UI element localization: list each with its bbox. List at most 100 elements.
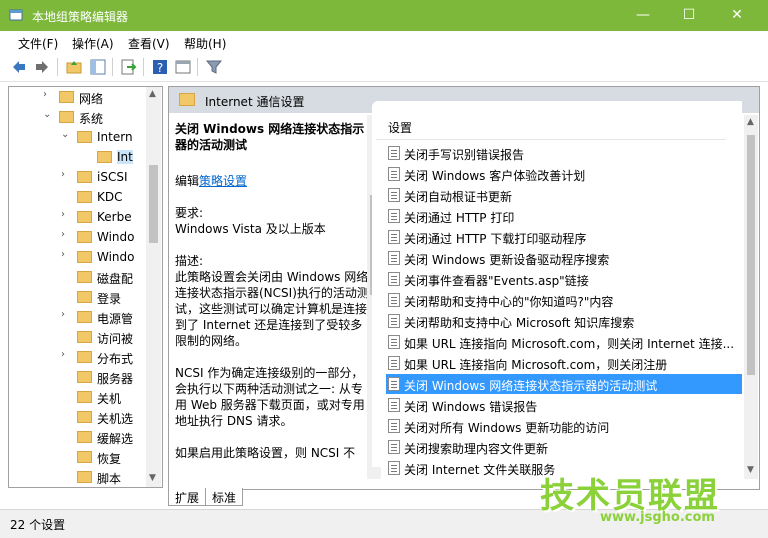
menu-action[interactable]: 操作(A) — [72, 35, 114, 52]
tree-item[interactable]: 登录 — [9, 287, 149, 307]
menu-view[interactable]: 查看(V) — [128, 35, 170, 52]
tree-item[interactable]: Int — [9, 147, 149, 167]
properties-icon[interactable] — [174, 58, 192, 76]
policy-setting-icon — [388, 440, 400, 454]
setting-row[interactable]: 关闭 Windows 错误报告 — [386, 395, 742, 415]
expander-icon[interactable]: › — [61, 349, 71, 360]
folder-icon — [77, 351, 92, 363]
folder-icon — [179, 93, 195, 106]
tree-item[interactable]: › 电源管 — [9, 307, 149, 327]
scroll-thumb[interactable] — [747, 135, 755, 375]
tree-item[interactable]: › iSCSI — [9, 167, 149, 187]
setting-row[interactable]: 关闭对所有 Windows 更新功能的访问 — [386, 416, 742, 436]
tree-item[interactable]: ⌄ 系统 — [9, 107, 149, 127]
expander-icon[interactable]: ⌄ — [43, 109, 53, 120]
folder-icon — [77, 371, 92, 383]
tree-item[interactable]: 缓解选 — [9, 427, 149, 447]
setting-row[interactable]: 关闭 Windows 网络连接状态指示器的活动测试 — [386, 374, 742, 394]
setting-heading: 关闭 Windows 网络连接状态指示器的活动测试 — [175, 122, 365, 152]
tree-item-label: 分布式 — [97, 352, 134, 366]
setting-label: 关闭通过 HTTP 打印 — [404, 211, 515, 225]
window-title: 本地组策略编辑器 — [32, 10, 129, 24]
policy-setting-icon — [388, 356, 400, 370]
setting-row[interactable]: 关闭 Windows 更新设备驱动程序搜索 — [386, 248, 742, 268]
tree-item[interactable]: 脚本 — [9, 467, 149, 487]
policy-setting-icon — [388, 146, 400, 160]
maximize-button[interactable]: ☐ — [666, 0, 712, 31]
filter-icon[interactable] — [205, 58, 223, 76]
setting-row[interactable]: 如果 URL 连接指向 Microsoft.com，则关闭注册 — [386, 353, 742, 373]
scroll-up-icon[interactable]: ▲ — [747, 117, 754, 127]
setting-label: 关闭自动根证书更新 — [404, 190, 513, 204]
setting-row[interactable]: 关闭事件查看器"Events.asp"链接 — [386, 269, 742, 289]
tree-item[interactable]: › 网络 — [9, 87, 149, 107]
expander-icon[interactable]: › — [61, 309, 71, 320]
scroll-up-icon[interactable]: ▲ — [149, 89, 156, 99]
setting-row[interactable]: 关闭通过 HTTP 下载打印驱动程序 — [386, 227, 742, 247]
minimize-button[interactable]: — — [620, 0, 666, 31]
help-icon[interactable]: ? — [151, 58, 169, 76]
setting-row[interactable]: 关闭自动根证书更新 — [386, 185, 742, 205]
policy-settings-link[interactable]: 策略设置 — [199, 174, 247, 188]
expander-icon[interactable]: ⌄ — [61, 129, 71, 140]
tree-item[interactable]: KDC — [9, 187, 149, 207]
tree-item[interactable]: 磁盘配 — [9, 267, 149, 287]
tree-item-label: 服务器 — [97, 372, 134, 386]
folder-icon — [77, 311, 92, 323]
back-arrow-icon[interactable] — [10, 58, 28, 76]
setting-label: 关闭 Windows 客户体验改善计划 — [404, 169, 586, 183]
up-folder-icon[interactable] — [65, 58, 83, 76]
tree-item-label: 磁盘配 — [97, 272, 134, 286]
folder-icon — [77, 411, 92, 423]
tree-item[interactable]: 恢复 — [9, 447, 149, 467]
tree-item[interactable]: 访问被 — [9, 327, 149, 347]
setting-label: 关闭帮助和支持中心的"你知道吗?"内容 — [404, 295, 614, 309]
tree-item[interactable]: › Windo — [9, 247, 149, 267]
tab-standard[interactable]: 标准 — [206, 488, 244, 506]
setting-row[interactable]: 关闭帮助和支持中心 Microsoft 知识库搜索 — [386, 311, 742, 331]
tree-item-label: Int — [117, 150, 133, 164]
tree-item[interactable]: ⌄ Intern — [9, 127, 149, 147]
tree-item[interactable]: 关机 — [9, 387, 149, 407]
tree-item[interactable]: › Kerbe — [9, 207, 149, 227]
setting-row[interactable]: 关闭 Windows 客户体验改善计划 — [386, 164, 742, 184]
tree-item-label: Windo — [97, 230, 135, 244]
tab-extended[interactable]: 扩展 — [168, 488, 207, 506]
tree-item[interactable]: 关机选 — [9, 407, 149, 427]
menu-file[interactable]: 文件(F) — [18, 35, 58, 52]
setting-row[interactable]: 关闭手写识别错误报告 — [386, 143, 742, 163]
settings-scrollbar[interactable]: ▲ ▼ — [744, 115, 758, 479]
policy-setting-icon — [388, 377, 400, 391]
folder-icon — [77, 331, 92, 343]
tree-item[interactable]: › 分布式 — [9, 347, 149, 367]
requirements-label: 要求: — [175, 206, 204, 220]
scroll-down-icon[interactable]: ▼ — [149, 473, 156, 483]
column-header-setting[interactable]: 设置 — [388, 119, 412, 136]
tree-item-label: 系统 — [79, 112, 104, 126]
setting-label: 关闭 Internet 文件关联服务 — [404, 463, 556, 477]
setting-row[interactable]: 如果 URL 连接指向 Microsoft.com，则关闭 Internet 连… — [386, 332, 742, 352]
setting-row[interactable]: 关闭帮助和支持中心的"你知道吗?"内容 — [386, 290, 742, 310]
close-button[interactable]: ✕ — [714, 0, 760, 31]
setting-row[interactable]: 关闭搜索助理内容文件更新 — [386, 437, 742, 457]
expander-icon[interactable]: › — [61, 249, 71, 260]
folder-icon — [77, 451, 92, 463]
policy-setting-icon — [388, 272, 400, 286]
show-hide-tree-icon[interactable] — [89, 58, 107, 76]
tree-item[interactable]: › Windo — [9, 227, 149, 247]
scroll-thumb[interactable] — [149, 165, 158, 243]
requirements-value: Windows Vista 及以上版本 — [175, 222, 326, 236]
setting-row[interactable]: 关闭通过 HTTP 打印 — [386, 206, 742, 226]
expander-icon[interactable]: › — [61, 229, 71, 240]
toolbar-divider — [143, 58, 144, 76]
expander-icon[interactable]: › — [61, 209, 71, 220]
forward-arrow-icon[interactable] — [33, 58, 51, 76]
tree-item[interactable]: 服务器 — [9, 367, 149, 387]
export-list-icon[interactable] — [119, 58, 137, 76]
toolbar: ? — [0, 53, 768, 82]
expander-icon[interactable]: › — [43, 89, 53, 100]
tree-item-label: 访问被 — [97, 332, 134, 346]
menu-help[interactable]: 帮助(H) — [184, 35, 226, 52]
policy-setting-icon — [388, 461, 400, 475]
expander-icon[interactable]: › — [61, 169, 71, 180]
